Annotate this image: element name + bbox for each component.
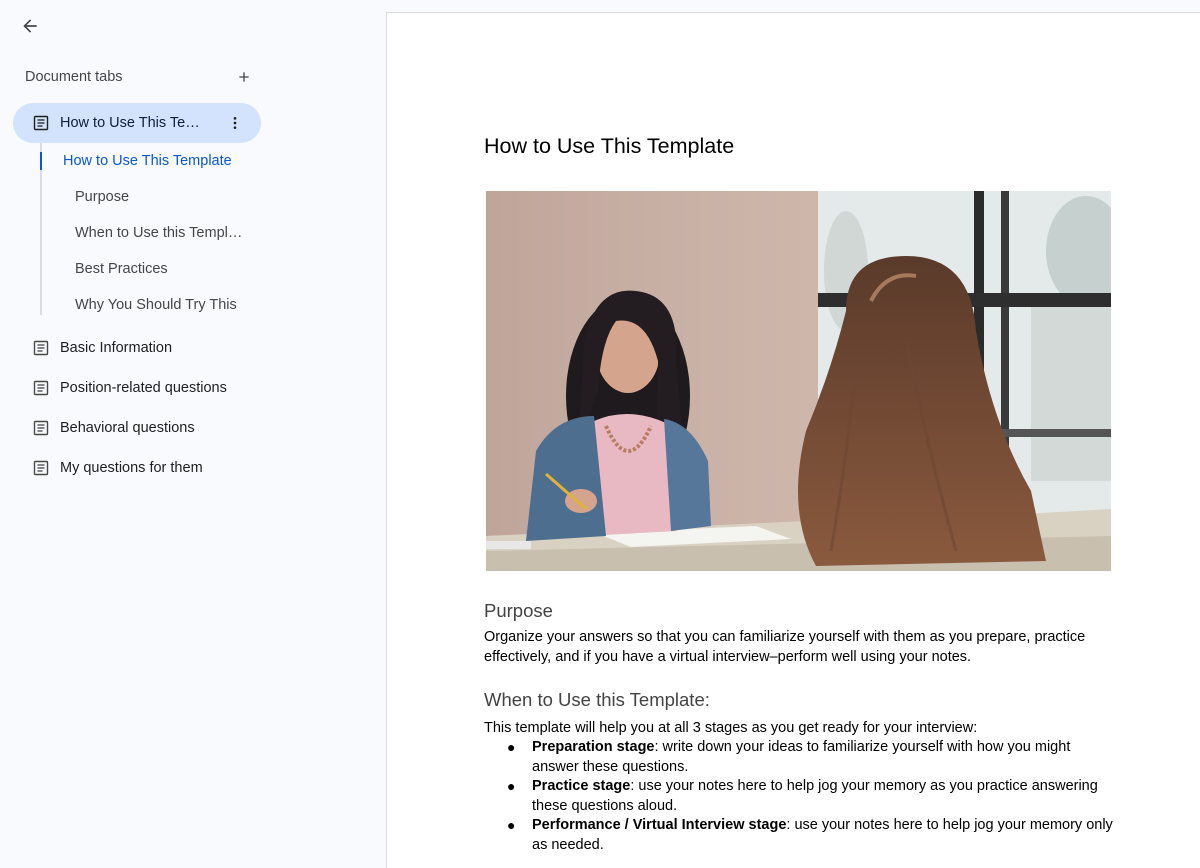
document-icon — [33, 115, 49, 131]
back-button[interactable] — [14, 10, 46, 42]
list-item: ● Performance / Virtual Interview stage:… — [484, 816, 1114, 855]
bullet-bold: Practice stage — [532, 778, 631, 794]
outline-item-best-practices[interactable]: Best Practices — [75, 259, 168, 279]
tab-label: How to Use This Temp… — [60, 115, 210, 131]
outline-item-how-to-use[interactable]: How to Use This Template — [63, 151, 232, 171]
outline-item-when-to-use[interactable]: When to Use this Templ… — [75, 223, 242, 243]
document-icon — [33, 340, 49, 356]
interview-photo-illustration — [486, 191, 1111, 571]
tab-label: Behavioral questions — [60, 420, 195, 436]
tab-label: My questions for them — [60, 460, 203, 476]
list-item: ● Practice stage: use your notes here to… — [484, 777, 1114, 816]
tab-my-questions-for-them[interactable]: My questions for them — [13, 448, 261, 488]
outline-item-why-try[interactable]: Why You Should Try This — [75, 295, 237, 315]
document-icon — [33, 380, 49, 396]
tab-label: Position-related questions — [60, 380, 227, 396]
bullet-dot: ● — [507, 817, 516, 833]
outline-item-purpose[interactable]: Purpose — [75, 187, 129, 207]
document-tabs-header: Document tabs — [25, 66, 250, 88]
document-icon — [33, 460, 49, 476]
tab-basic-information[interactable]: Basic Information — [13, 328, 261, 368]
when-to-use-intro: This template will help you at all 3 sta… — [484, 720, 978, 736]
tab-behavioral-questions[interactable]: Behavioral questions — [13, 408, 261, 448]
tab-label: Basic Information — [60, 340, 173, 356]
tab-how-to-use[interactable]: How to Use This Temp… — [13, 103, 261, 143]
bullet-bold: Preparation stage — [532, 739, 655, 755]
tab-position-related-questions[interactable]: Position-related questions — [13, 368, 261, 408]
add-tab-button[interactable] — [232, 65, 256, 89]
document-icon — [33, 420, 49, 436]
stages-list: ● Preparation stage: write down your ide… — [484, 738, 1114, 855]
purpose-heading: Purpose — [484, 600, 553, 621]
tab-more-options-button[interactable] — [223, 111, 247, 135]
document-tabs-label: Document tabs — [25, 69, 123, 85]
when-to-use-heading: When to Use this Template: — [484, 689, 710, 710]
outline-active-indicator — [40, 152, 42, 170]
bullet-bold: Performance / Virtual Interview stage — [532, 817, 787, 833]
more-vertical-icon — [233, 117, 237, 129]
bullet-dot: ● — [507, 778, 516, 794]
interview-photo[interactable] — [486, 191, 1111, 571]
document-tabs-sidebar: Document tabs How to Use This Temp… How … — [0, 0, 386, 868]
document-outline: How to Use This Template Purpose When to… — [40, 143, 270, 315]
list-item: ● Preparation stage: write down your ide… — [484, 738, 1114, 777]
bullet-dot: ● — [507, 739, 516, 755]
arrow-back-icon — [23, 19, 37, 33]
document-title: How to Use This Template — [484, 134, 735, 158]
document-page[interactable]: How to Use This Template Purpose Organiz… — [386, 12, 1200, 868]
plus-icon — [239, 72, 249, 82]
purpose-text: Organize your answers so that you can fa… — [484, 629, 1086, 665]
